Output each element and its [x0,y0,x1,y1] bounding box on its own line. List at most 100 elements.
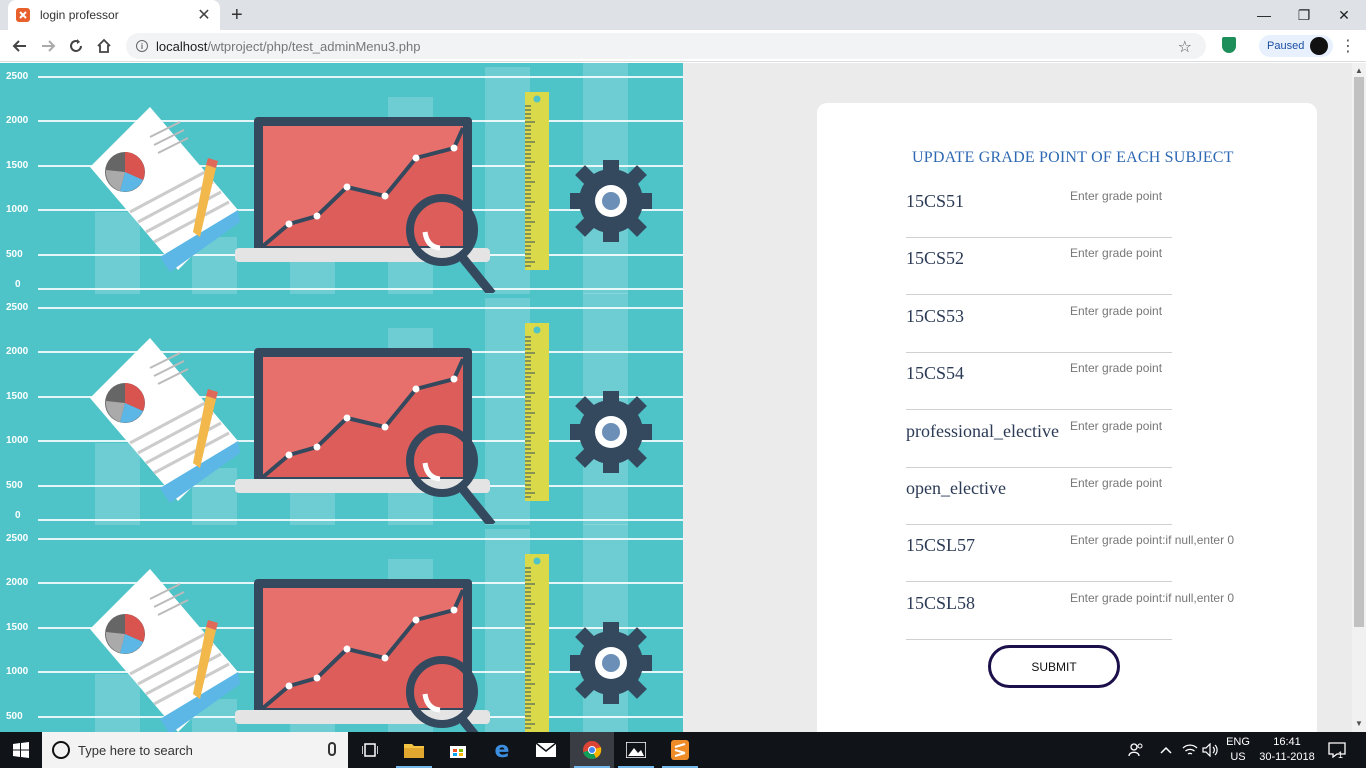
gear-icon [570,622,652,704]
grade-row: 15CS52 [906,238,1250,296]
subject-code-label: 15CS53 [906,305,965,326]
subject-code-label: professional_elective [906,420,1059,441]
start-windows-icon[interactable] [0,732,42,768]
profile-button[interactable]: Paused [1259,35,1333,57]
gear-icon [570,160,652,242]
maximize-button[interactable]: ❐ [1284,0,1324,30]
url-path: /wtproject/php/test_adminMenu3.php [207,38,421,54]
wifi-icon[interactable] [1182,732,1198,768]
subject-code-label: open_elective [906,478,1006,498]
avatar [1310,37,1329,55]
mail-icon[interactable] [524,732,568,768]
scroll-up-arrow-icon[interactable]: ▲ [1355,66,1363,75]
report-document-icon [90,338,240,503]
xampp-favicon-icon [16,8,30,22]
microphone-icon[interactable] [328,742,336,756]
ruler-icon [525,92,549,270]
grade-row: open_elective [906,468,1250,525]
subject-code-label: 15CSL57 [906,535,976,556]
laptop-line-chart-icon [235,117,490,262]
grade-point-input[interactable] [1070,586,1250,609]
cortana-icon [52,741,70,759]
file-explorer-icon[interactable] [392,732,436,768]
grade-row: professional_elective [906,411,1250,468]
language-code: ENG [1226,736,1250,748]
url-host: localhost [156,38,208,54]
report-document-icon [90,107,240,272]
close-window-button[interactable]: ✕ [1324,0,1364,30]
form-title: UPDATE GRADE POINT OF EACH SUBJECT [912,149,1234,166]
forward-arrow-icon[interactable] [38,36,58,56]
profile-status: Paused [1267,40,1305,52]
chrome-icon[interactable] [570,732,614,768]
illustration-drawing [90,92,652,293]
grade-row: 15CS51 [906,181,1250,238]
grade-row: 15CSL58 [906,583,1250,640]
tab-title: login professor [40,8,119,22]
address-bar[interactable]: i localhost/wtproject/php/test_adminMenu… [126,33,1206,59]
system-clock[interactable]: 16:41 30-11-2018 [1256,735,1318,765]
volume-icon[interactable] [1202,732,1218,768]
decorative-chart-illustration: 2500 2000 1500 1000 500 0 2500 2000 1500 1000 500 0… [0,63,683,732]
grade-row: 15CSL57 [906,525,1250,583]
laptop-line-chart-icon [235,348,490,493]
reload-icon[interactable] [66,36,86,56]
laptop-line-chart-icon [235,579,490,724]
illustration-panel: 25002000150010005000 [0,524,683,732]
sublime-text-icon[interactable] [658,732,702,768]
clock-time: 16:41 [1273,736,1301,748]
menu-kebab-icon[interactable]: ⋮ [1340,36,1356,56]
minimize-button[interactable]: — [1244,0,1284,30]
edge-browser-icon[interactable]: e [480,732,524,768]
illustration-drawing [90,554,652,732]
tab-strip: login professor ✕ + — ❐ ✕ [0,0,1366,30]
windows-taskbar: Type here to search e ENG US 16:41 30-11… [0,732,1366,768]
home-icon[interactable] [94,36,114,56]
photos-icon[interactable] [614,732,658,768]
grade-row: 15CS54 [906,353,1250,411]
grade-row: 15CS53 [906,296,1250,353]
site-info-icon[interactable]: i [136,40,148,52]
clock-date: 30-11-2018 [1259,751,1315,763]
browser-tab[interactable]: login professor ✕ [8,0,220,30]
bookmark-star-icon[interactable]: ☆ [1178,37,1192,57]
grade-form-card: UPDATE GRADE POINT OF EACH SUBJECT 15CS5… [817,103,1317,732]
grade-point-input[interactable] [1070,242,1250,265]
page-viewport: 2500 2000 1500 1000 500 0 2500 2000 1500 1000 500 0… [0,63,1352,732]
subject-code-label: 15CSL58 [906,592,976,613]
store-icon[interactable] [436,732,480,768]
grade-point-input[interactable] [1070,414,1250,437]
ruler-icon [525,323,549,501]
grade-point-input[interactable] [1070,472,1250,494]
subject-code-label: 15CS52 [906,248,965,269]
grade-point-input[interactable] [1070,299,1250,322]
illustration-panel: 25002000150010005000 [0,293,683,525]
extension-shield-icon[interactable] [1222,37,1236,53]
illustration-panel: 25002000150010005000 [0,63,683,294]
search-placeholder: Type here to search [78,742,193,758]
scrollbar-thumb[interactable] [1354,77,1364,627]
people-icon[interactable] [1128,732,1144,768]
grade-point-input[interactable] [1070,529,1250,552]
illustration-drawing [90,323,652,524]
new-tab-button[interactable]: + [231,4,243,27]
language-indicator[interactable]: ENG US [1224,735,1252,765]
grade-point-input[interactable] [1070,185,1250,207]
gear-icon [570,391,652,473]
grade-point-input[interactable] [1070,357,1250,380]
back-arrow-icon[interactable] [10,36,30,56]
report-document-icon [90,569,240,732]
show-hidden-icons-chevron-icon[interactable] [1160,732,1172,768]
notification-center-icon[interactable]: 1 [1328,732,1346,768]
subject-code-label: 15CS54 [906,363,965,384]
subject-code-label: 15CS51 [906,191,965,211]
region-code: US [1230,751,1246,763]
notification-count: 1 [1338,750,1344,760]
scroll-down-arrow-icon[interactable]: ▼ [1355,719,1363,728]
page-scrollbar[interactable]: ▲ ▼ [1352,63,1366,732]
ruler-icon [525,554,549,732]
submit-button[interactable]: SUBMIT [988,645,1120,688]
task-view-icon[interactable] [348,732,392,768]
taskbar-search[interactable]: Type here to search [42,732,348,768]
close-tab-icon[interactable]: ✕ [196,5,212,25]
